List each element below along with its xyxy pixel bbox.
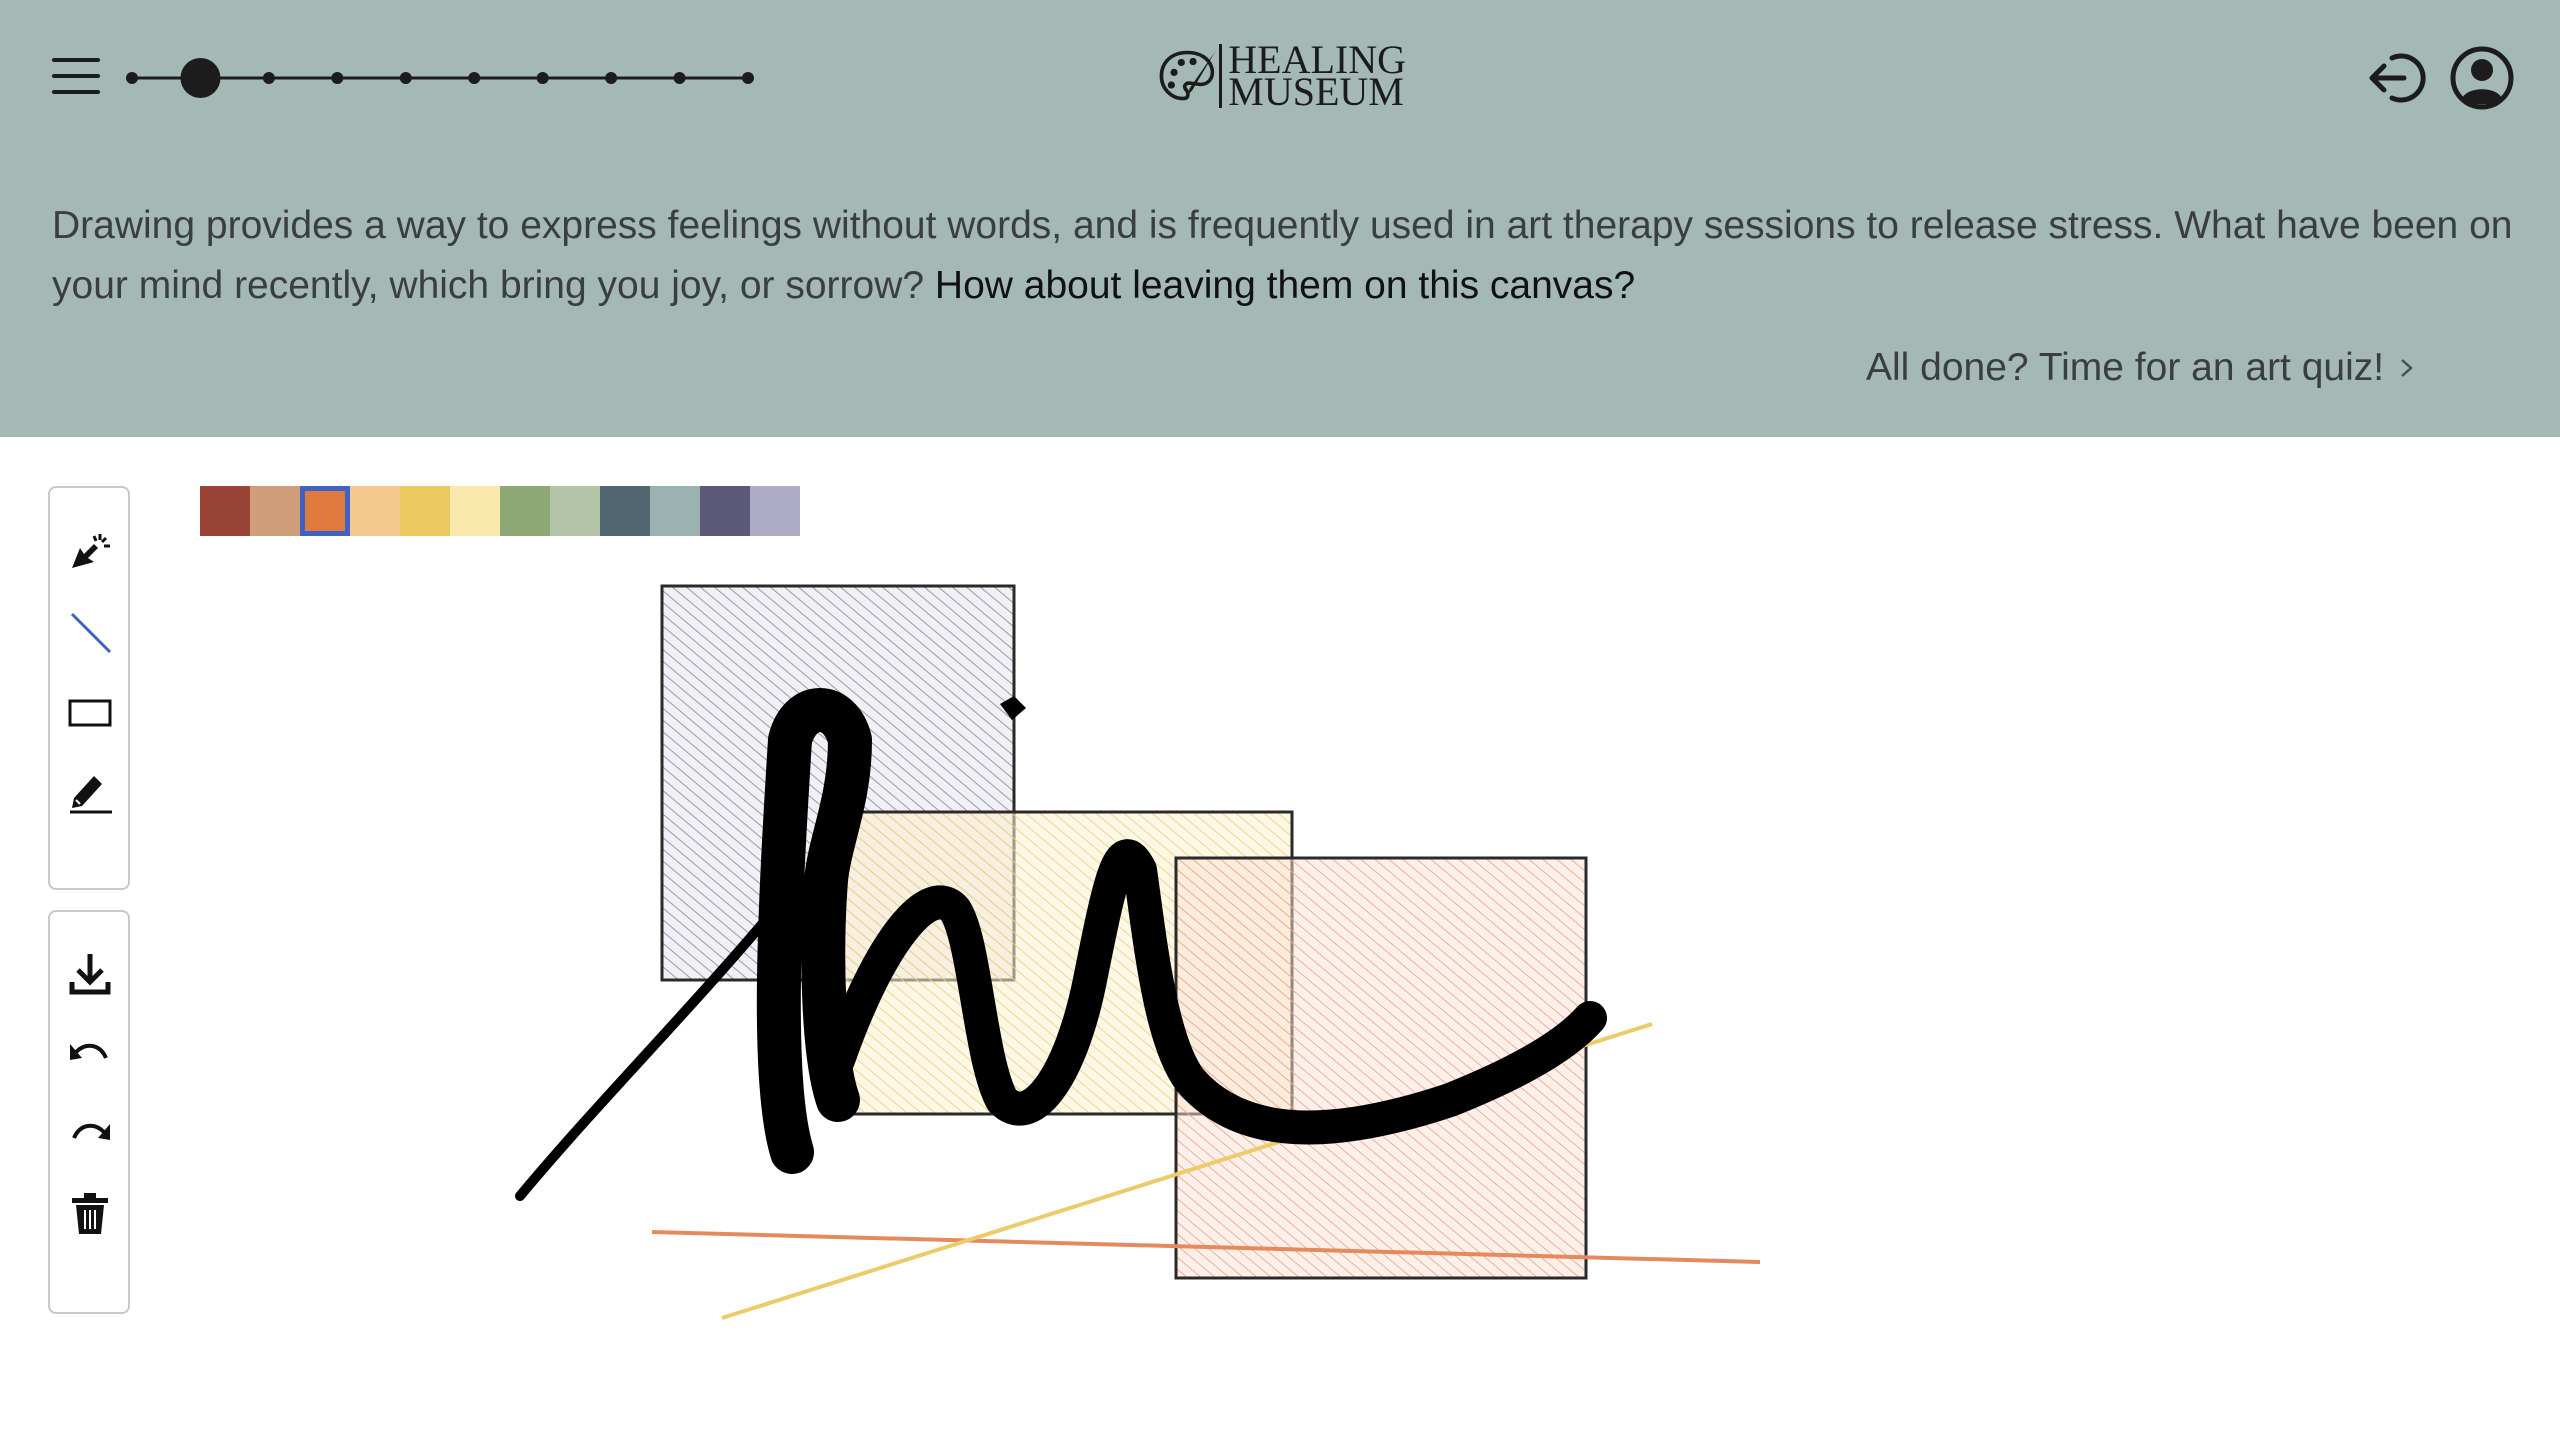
color-swatch[interactable] bbox=[550, 486, 600, 536]
color-swatch[interactable] bbox=[350, 486, 400, 536]
chevron-right-icon bbox=[2401, 359, 2413, 377]
trash-icon bbox=[72, 1193, 108, 1234]
cursor-sparkle-icon bbox=[72, 534, 110, 568]
color-swatch[interactable] bbox=[300, 486, 350, 536]
logo-text: HEALING MUSEUM bbox=[1219, 40, 1406, 112]
line-tool-button[interactable] bbox=[62, 604, 118, 660]
color-palette bbox=[200, 486, 800, 536]
progress-step[interactable] bbox=[536, 72, 549, 84]
undo-icon bbox=[70, 1043, 108, 1060]
download-icon bbox=[69, 954, 111, 995]
drawing-toolbox bbox=[48, 486, 130, 890]
redo-button[interactable] bbox=[62, 1106, 118, 1162]
progress-step[interactable] bbox=[605, 72, 618, 84]
color-swatch[interactable] bbox=[750, 486, 800, 536]
pencil-tool-button[interactable] bbox=[62, 764, 118, 820]
pencil-icon bbox=[70, 776, 112, 814]
intro-text: Drawing provides a way to express feelin… bbox=[52, 196, 2522, 316]
progress-step[interactable] bbox=[468, 72, 481, 84]
progress-step[interactable] bbox=[126, 72, 138, 84]
logout-icon[interactable] bbox=[2366, 46, 2430, 115]
progress-step[interactable] bbox=[331, 72, 344, 84]
clear-canvas-button[interactable] bbox=[62, 1186, 118, 1242]
quiz-link-label: All done? Time for an art quiz! bbox=[1866, 346, 2385, 389]
color-swatch[interactable] bbox=[600, 486, 650, 536]
color-swatch[interactable] bbox=[500, 486, 550, 536]
redo-icon bbox=[72, 1123, 110, 1140]
undo-button[interactable] bbox=[62, 1026, 118, 1082]
rectangle-icon bbox=[68, 699, 112, 727]
progress-step[interactable] bbox=[262, 72, 275, 84]
select-tool-button[interactable] bbox=[62, 524, 118, 580]
color-swatch[interactable] bbox=[700, 486, 750, 536]
color-swatch[interactable] bbox=[200, 486, 250, 536]
palette-icon bbox=[1159, 50, 1216, 101]
progress-step[interactable] bbox=[673, 72, 686, 84]
healing-museum-logo[interactable]: HEALING MUSEUM bbox=[1156, 40, 1406, 112]
color-swatch[interactable] bbox=[400, 486, 450, 536]
progress-step[interactable] bbox=[399, 72, 412, 84]
hamburger-icon[interactable] bbox=[52, 56, 100, 96]
color-swatch[interactable] bbox=[450, 486, 500, 536]
rectangle-tool-button[interactable] bbox=[62, 684, 118, 740]
progress-stepper bbox=[126, 58, 754, 98]
art-quiz-link[interactable]: All done? Time for an art quiz! bbox=[1866, 346, 2416, 390]
canvas-actions-toolbox bbox=[48, 910, 130, 1314]
drawing-canvas[interactable] bbox=[140, 540, 2540, 1420]
header: HEALING MUSEUM Drawing provides a way to… bbox=[0, 0, 2560, 437]
intro-question: How about leaving them on this canvas? bbox=[934, 264, 1636, 307]
progress-step[interactable] bbox=[742, 72, 754, 84]
download-button[interactable] bbox=[62, 946, 118, 1002]
progress-step-current[interactable] bbox=[180, 58, 221, 98]
user-circle-icon[interactable] bbox=[2448, 44, 2516, 117]
line-icon bbox=[70, 612, 112, 654]
color-swatch[interactable] bbox=[650, 486, 700, 536]
color-swatch[interactable] bbox=[250, 486, 300, 536]
